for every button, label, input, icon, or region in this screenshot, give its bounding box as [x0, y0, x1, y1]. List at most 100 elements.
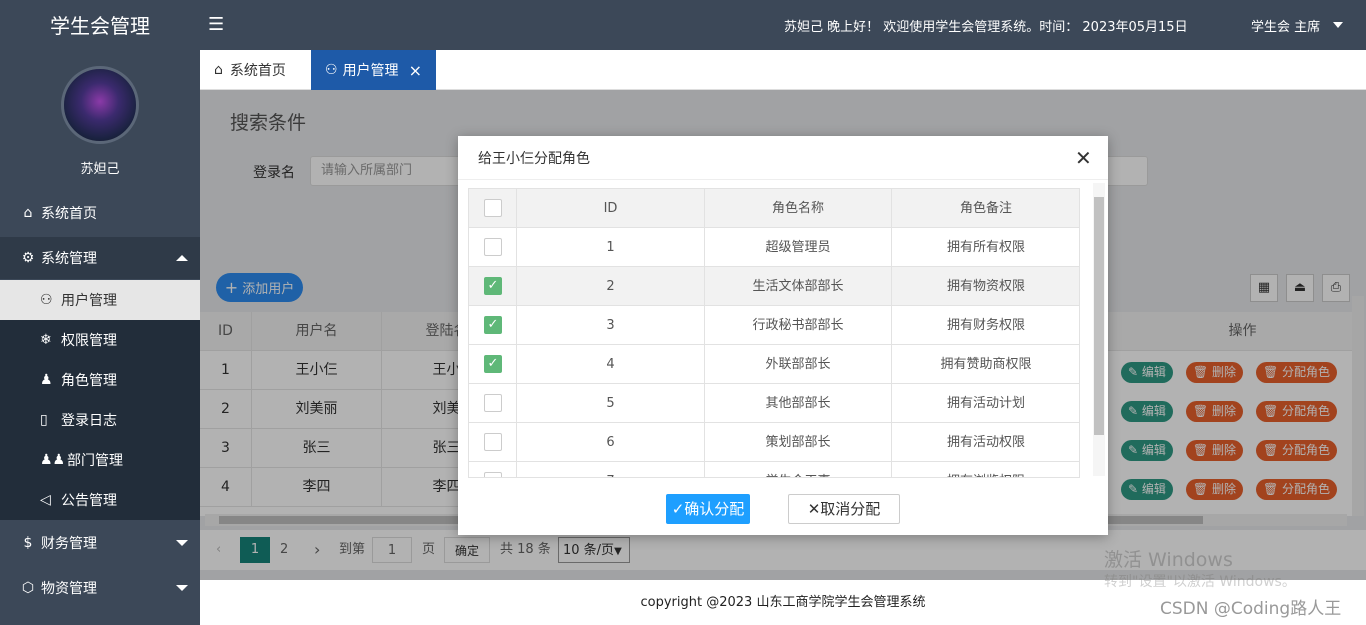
dialog-title: 给王小仨分配角色	[478, 151, 590, 167]
sidebar-item-label: 登录日志	[61, 413, 117, 429]
cell-role-name: 超级管理员	[705, 228, 892, 267]
welcome-text: 苏妲己 晚上好！ 欢迎使用学生会管理系统。时间： 2023年05月15日	[784, 20, 1188, 35]
cell-id: 2	[517, 267, 705, 306]
sidebar-item-label: 财务管理	[41, 536, 97, 552]
cell-id: 6	[517, 423, 705, 462]
checkbox-cell	[469, 384, 517, 423]
sidebar-item-login-log[interactable]: ▯ 登录日志	[0, 400, 200, 440]
sidebar-item-materials[interactable]: ⬡ 物资管理	[0, 567, 200, 609]
users-icon: ♟♟	[40, 452, 66, 468]
tab-bar: ⌂ 系统首页 ⚇ 用户管理 ×	[200, 50, 1366, 90]
tab-label: 系统首页	[229, 63, 286, 79]
cell-role-name: 学生会干事	[705, 462, 892, 477]
chevron-down-icon	[176, 585, 188, 591]
cell-role-name: 外联部部长	[705, 345, 892, 384]
sidebar-item-label: 角色管理	[61, 373, 117, 389]
cell-role-name: 策划部部长	[705, 423, 892, 462]
cell-id: 3	[517, 306, 705, 345]
confirm-assign-button[interactable]: ✓确认分配	[666, 494, 750, 524]
checkbox-cell	[469, 462, 517, 477]
sidebar-item-users[interactable]: ⚇ 用户管理	[0, 280, 200, 320]
cell-role-name: 其他部部长	[705, 384, 892, 423]
role-checkbox[interactable]	[484, 394, 502, 412]
role-checkbox[interactable]	[484, 472, 502, 477]
cell-id: 7	[517, 462, 705, 477]
user-icon: ⚇	[325, 62, 338, 78]
divider	[458, 179, 1108, 180]
sidebar-item-permissions[interactable]: ❄ 权限管理	[0, 320, 200, 360]
select-all-cell	[469, 189, 517, 228]
person-icon: ♟	[40, 372, 53, 388]
cell-role-note: 拥有财务权限	[892, 306, 1079, 345]
checkbox-cell: ✓	[469, 267, 517, 306]
tab-label: 用户管理	[342, 63, 399, 79]
close-icon[interactable]: ×	[409, 61, 422, 80]
sidebar-item-system[interactable]: ⚙ 系统管理	[0, 237, 200, 279]
user-role-menu[interactable]: 学生会 主席	[1251, 16, 1320, 35]
app-title: 学生会管理	[50, 14, 150, 38]
tab-users[interactable]: ⚇ 用户管理 ×	[311, 50, 436, 90]
chevron-down-icon	[176, 540, 188, 546]
scroll-thumb[interactable]	[1094, 197, 1104, 435]
assign-role-dialog: 给王小仨分配角色 ✕ ID 角色名称 角色备注 1 超级管理员 拥有所有权限 ✓…	[458, 136, 1108, 535]
role-checkbox[interactable]	[484, 433, 502, 451]
close-icon[interactable]: ✕	[1075, 146, 1092, 170]
checkbox-cell	[469, 423, 517, 462]
sidebar-item-announcements[interactable]: ◁ 公告管理	[0, 480, 200, 520]
cell-role-note: 拥有所有权限	[892, 228, 1079, 267]
avatar	[61, 66, 139, 144]
cell-id: 5	[517, 384, 705, 423]
cell-id: 1	[517, 228, 705, 267]
cell-role-note: 拥有物资权限	[892, 267, 1079, 306]
sidebar-item-label: 权限管理	[61, 333, 117, 349]
cell-role-note: 拥有赞助商权限	[892, 345, 1079, 384]
dollar-icon: $	[23, 535, 33, 551]
checkbox-cell: ✓	[469, 306, 517, 345]
cancel-assign-button[interactable]: ✕取消分配	[788, 494, 900, 524]
sidebar-item-finance[interactable]: $ 财务管理	[0, 522, 200, 564]
col-header-role-name: 角色名称	[705, 189, 892, 228]
top-header: ☰ 苏妲己 晚上好！ 欢迎使用学生会管理系统。时间： 2023年05月15日 学…	[200, 0, 1366, 50]
role-table: ID 角色名称 角色备注 1 超级管理员 拥有所有权限 ✓ 2 生活文体部部长 …	[468, 188, 1080, 478]
role-checkbox-checked[interactable]: ✓	[484, 316, 502, 334]
close-icon: ✕	[807, 500, 821, 518]
caret-down-icon[interactable]	[1333, 22, 1343, 28]
cell-role-name: 行政秘书部部长	[705, 306, 892, 345]
confirm-label: 确认分配	[684, 500, 745, 518]
select-all-checkbox[interactable]	[484, 199, 502, 217]
volume-icon: ◁	[40, 492, 51, 508]
sidebar-item-label: 物资管理	[41, 581, 97, 597]
sidebar-item-roles[interactable]: ♟ 角色管理	[0, 360, 200, 400]
role-checkbox-checked[interactable]: ✓	[484, 277, 502, 295]
sidebar-item-label: 部门管理	[67, 453, 123, 469]
sidebar-item-label: 用户管理	[61, 293, 117, 309]
sidebar-item-label: 系统首页	[41, 206, 97, 222]
home-icon: ⌂	[23, 205, 33, 221]
cell-role-note: 拥有浏览权限	[892, 462, 1079, 477]
dialog-scrollbar[interactable]	[1093, 183, 1105, 476]
role-checkbox[interactable]	[484, 238, 502, 256]
file-icon: ▯	[40, 412, 48, 428]
sidebar: 学生会管理 苏妲己 ⌂ 系统首页 ⚙ 系统管理 ⚇ 用户管理 ❄ 权限管理 ♟ 角色管理 …	[0, 0, 200, 625]
gear-icon: ⚙	[21, 250, 35, 266]
checkbox-cell: ✓	[469, 345, 517, 384]
cell-role-note: 拥有活动计划	[892, 384, 1079, 423]
menu-toggle-icon[interactable]: ☰	[208, 14, 224, 35]
sidebar-item-departments[interactable]: ♟♟ 部门管理	[0, 440, 200, 480]
sidebar-item-label: 公告管理	[61, 493, 117, 509]
snowflake-icon: ❄	[40, 332, 52, 348]
tab-home[interactable]: ⌂ 系统首页	[200, 50, 300, 90]
checkbox-cell	[469, 228, 517, 267]
cell-id: 4	[517, 345, 705, 384]
cell-role-name: 生活文体部部长	[705, 267, 892, 306]
sidebar-item-home[interactable]: ⌂ 系统首页	[0, 192, 200, 234]
user-icon: ⚇	[40, 292, 53, 308]
user-name: 苏妲己	[80, 162, 120, 177]
role-checkbox-checked[interactable]: ✓	[484, 355, 502, 373]
chevron-up-icon	[176, 255, 188, 261]
col-header-role-note: 角色备注	[892, 189, 1079, 228]
home-icon: ⌂	[214, 62, 223, 78]
col-header-id: ID	[517, 189, 705, 228]
csdn-watermark: CSDN @Coding路人王	[1160, 599, 1342, 619]
cell-role-note: 拥有活动权限	[892, 423, 1079, 462]
